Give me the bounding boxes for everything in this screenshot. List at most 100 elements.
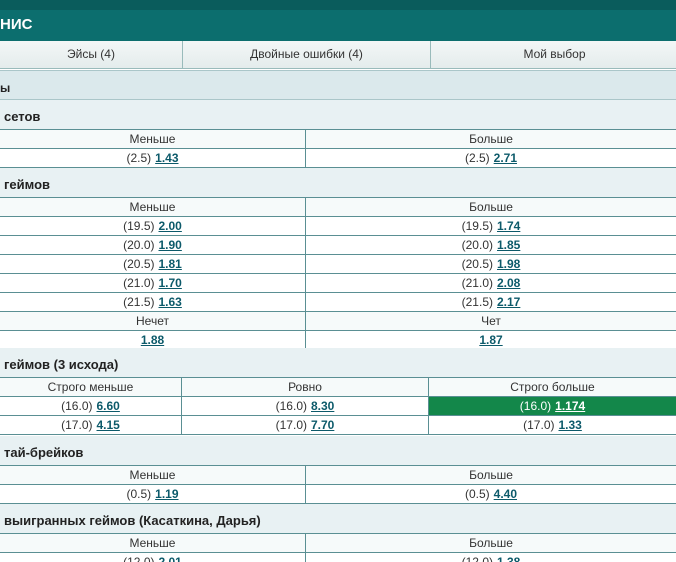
column-header-row: Нечет Чет: [0, 312, 676, 331]
odds-link[interactable]: 1.85: [497, 238, 520, 252]
odds-link[interactable]: 1.81: [159, 257, 182, 271]
odds-row: (20.5) 1.81 (20.5) 1.98: [0, 255, 676, 274]
odds-row: (21.0) 1.70 (21.0) 2.08: [0, 274, 676, 293]
odds-row: (16.0) 6.60 (16.0) 8.30 (16.0) 1.174: [0, 397, 676, 416]
odds-cell[interactable]: (20.0) 1.85: [306, 236, 676, 254]
odds-link[interactable]: 1.63: [159, 295, 182, 309]
odds-link[interactable]: 1.87: [479, 333, 502, 347]
odds-link[interactable]: 8.30: [311, 399, 334, 413]
odds-cell[interactable]: (2.5) 1.43: [0, 149, 306, 167]
market-title: сетов: [0, 100, 676, 130]
odds-link[interactable]: 2.17: [497, 295, 520, 309]
column-header-row: Меньше Больше: [0, 534, 676, 553]
tab-my-choice[interactable]: Мой выбор: [431, 41, 676, 68]
handicap-value: (19.5): [461, 219, 493, 233]
odds-link[interactable]: 4.40: [494, 487, 517, 501]
odds-link[interactable]: 6.60: [97, 399, 120, 413]
sport-title: НИС: [0, 16, 33, 33]
column-header: Меньше: [0, 466, 306, 484]
odds-cell[interactable]: (2.5) 2.71: [306, 149, 676, 167]
odds-link[interactable]: 1.33: [559, 418, 582, 432]
handicap-value: (17.0): [61, 418, 93, 432]
odds-cell[interactable]: (17.0) 7.70: [182, 416, 429, 434]
column-header: Больше: [306, 198, 676, 216]
odds-cell[interactable]: (16.0) 8.30: [182, 397, 429, 415]
odds-link[interactable]: 1.38: [497, 555, 520, 562]
odds-link[interactable]: 2.71: [494, 151, 517, 165]
column-header: Меньше: [0, 198, 306, 216]
odds-link[interactable]: 1.98: [497, 257, 520, 271]
odds-cell[interactable]: (17.0) 4.15: [0, 416, 182, 434]
market-title: выигранных геймов (Касаткина, Дарья): [0, 504, 676, 534]
handicap-value: (12.0): [123, 555, 155, 562]
handicap-value: (20.0): [123, 238, 155, 252]
odds-cell[interactable]: (20.5) 1.81: [0, 255, 306, 273]
odds-link[interactable]: 4.15: [97, 418, 120, 432]
odds-cell[interactable]: (20.5) 1.98: [306, 255, 676, 273]
odds-row: (0.5) 1.19 (0.5) 4.40: [0, 485, 676, 504]
odds-link[interactable]: 1.90: [159, 238, 182, 252]
column-header: Меньше: [0, 130, 306, 148]
handicap-value: (21.5): [123, 295, 155, 309]
handicap-value: (17.0): [275, 418, 307, 432]
handicap-value: (21.0): [123, 276, 155, 290]
market-title: геймов: [0, 168, 676, 198]
handicap-value: (0.5): [126, 487, 152, 501]
handicap-value: (19.5): [123, 219, 155, 233]
tab-double-faults[interactable]: Двойные ошибки (4): [183, 41, 431, 68]
handicap-value: (16.0): [61, 399, 93, 413]
odds-cell[interactable]: (17.0) 1.33: [429, 416, 676, 434]
odds-link[interactable]: 2.00: [159, 219, 182, 233]
odds-row: (12.0) 2.01 (12.0) 1.38: [0, 553, 676, 562]
column-header-row: Строго меньше Ровно Строго больше: [0, 378, 676, 397]
odds-link[interactable]: 2.01: [159, 555, 182, 562]
odds-link[interactable]: 2.08: [497, 276, 520, 290]
odds-cell[interactable]: 1.88: [0, 331, 306, 349]
handicap-value: (2.5): [126, 151, 152, 165]
odds-cell[interactable]: (21.0) 1.70: [0, 274, 306, 292]
column-header-row: Меньше Больше: [0, 198, 676, 217]
odds-row: (20.0) 1.90 (20.0) 1.85: [0, 236, 676, 255]
selected-odds-cell[interactable]: (16.0) 1.174: [429, 397, 676, 415]
tab-aces[interactable]: Эйсы (4): [0, 41, 183, 68]
handicap-value: (21.5): [461, 295, 493, 309]
odds-link[interactable]: 1.19: [155, 487, 178, 501]
odds-cell[interactable]: (20.0) 1.90: [0, 236, 306, 254]
column-header-row: Меньше Больше: [0, 130, 676, 149]
column-header: Строго меньше: [0, 378, 182, 396]
column-header: Ровно: [182, 378, 429, 396]
odds-cell[interactable]: (0.5) 1.19: [0, 485, 306, 503]
odds-link[interactable]: 1.70: [159, 276, 182, 290]
odds-cell[interactable]: (12.0) 1.38: [306, 553, 676, 562]
column-header-row: Меньше Больше: [0, 466, 676, 485]
handicap-value: (20.5): [123, 257, 155, 271]
column-header: Строго больше: [429, 378, 676, 396]
odds-cell[interactable]: (19.5) 2.00: [0, 217, 306, 235]
odds-cell[interactable]: (0.5) 4.40: [306, 485, 676, 503]
odds-link[interactable]: 1.174: [555, 399, 585, 413]
odds-cell[interactable]: (12.0) 2.01: [0, 553, 306, 562]
column-header: Больше: [306, 466, 676, 484]
odds-row: (2.5) 1.43 (2.5) 2.71: [0, 149, 676, 168]
column-header: Чет: [306, 312, 676, 330]
market-group-header: ы: [0, 70, 676, 100]
odds-cell[interactable]: (21.5) 2.17: [306, 293, 676, 311]
column-header: Нечет: [0, 312, 306, 330]
odds-cell[interactable]: 1.87: [306, 331, 676, 349]
odds-cell[interactable]: (16.0) 6.60: [0, 397, 182, 415]
odds-link[interactable]: 7.70: [311, 418, 334, 432]
odds-cell[interactable]: (21.0) 2.08: [306, 274, 676, 292]
market-group-label: ы: [0, 81, 11, 95]
odds-link[interactable]: 1.88: [141, 333, 164, 347]
handicap-value: (20.0): [461, 238, 493, 252]
handicap-value: (0.5): [464, 487, 490, 501]
handicap-value: (20.5): [461, 257, 493, 271]
market-title: тай-брейков: [0, 436, 676, 466]
odds-cell[interactable]: (21.5) 1.63: [0, 293, 306, 311]
handicap-value: (21.0): [461, 276, 493, 290]
handicap-value: (17.0): [523, 418, 555, 432]
odds-row: (17.0) 4.15 (17.0) 7.70 (17.0) 1.33: [0, 416, 676, 435]
odds-cell[interactable]: (19.5) 1.74: [306, 217, 676, 235]
odds-link[interactable]: 1.74: [497, 219, 520, 233]
odds-link[interactable]: 1.43: [155, 151, 178, 165]
